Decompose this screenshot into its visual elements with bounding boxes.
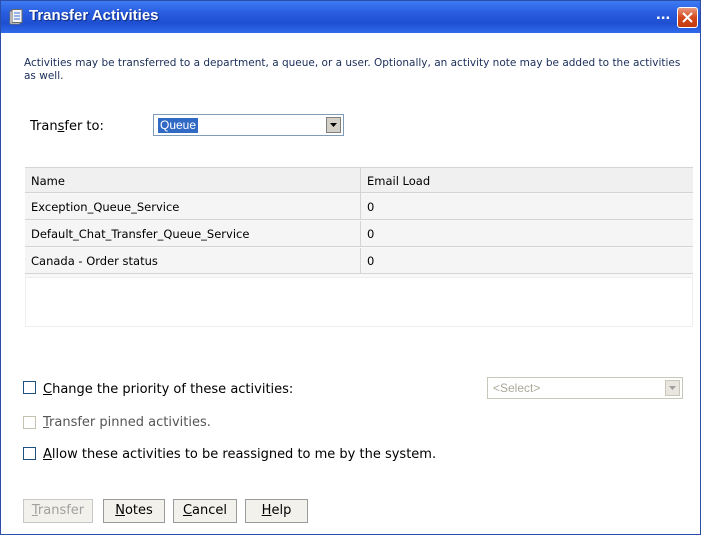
transfer-pinned-label: Transfer pinned activities. <box>43 415 211 430</box>
table-row[interactable]: Exception_Queue_Service 0 <box>25 194 693 220</box>
table-cell-name: Default_Chat_Transfer_Queue_Service <box>25 221 361 247</box>
column-header-email-load[interactable]: Email Load <box>361 168 693 194</box>
table-cell-email-load: 0 <box>367 254 375 268</box>
description-text: Activities may be transferred to a depar… <box>24 57 681 82</box>
transfer-activities-dialog: Transfer Activities ... Activities may b… <box>0 0 701 535</box>
table-cell-email-load: 0 <box>367 200 375 214</box>
transfer-to-selected-value: Queue <box>158 118 199 133</box>
close-button[interactable] <box>677 7 698 28</box>
allow-reassign-checkbox[interactable] <box>23 447 36 460</box>
allow-reassign-label: Allow these activities to be reassigned … <box>43 447 437 462</box>
transfer-to-select[interactable]: Queue <box>153 114 344 136</box>
table-row[interactable]: Canada - Order status 0 <box>25 248 693 274</box>
dialog-title: Transfer Activities <box>29 7 159 24</box>
transfer-to-label: Transfer to: <box>30 119 104 134</box>
priority-select[interactable]: <Select> <box>487 377 683 399</box>
document-icon <box>9 9 23 25</box>
column-header-name[interactable]: Name <box>25 168 361 194</box>
title-ellipsis: ... <box>656 4 671 23</box>
notes-button[interactable]: Notes <box>103 499 165 523</box>
cancel-button[interactable]: Cancel <box>173 499 237 523</box>
table-cell-name: Canada - Order status <box>25 248 361 274</box>
close-icon <box>682 12 693 23</box>
table-row[interactable]: Default_Chat_Transfer_Queue_Service 0 <box>25 221 693 247</box>
transfer-button[interactable]: Transfer <box>23 499 93 523</box>
table-header-row: Name Email Load <box>25 167 693 194</box>
change-priority-checkbox[interactable] <box>23 381 36 394</box>
dropdown-arrow-button[interactable] <box>326 117 341 133</box>
priority-dropdown-arrow[interactable] <box>665 380 680 396</box>
help-button[interactable]: Help <box>245 499 308 523</box>
queue-table: Name Email Load Exception_Queue_Service … <box>25 167 693 327</box>
table-empty-area <box>25 277 693 327</box>
table-cell-name: Exception_Queue_Service <box>25 194 361 220</box>
title-bar[interactable]: Transfer Activities ... <box>1 1 700 33</box>
priority-select-placeholder: <Select> <box>493 381 541 395</box>
table-cell-email-load: 0 <box>367 227 375 241</box>
transfer-pinned-checkbox[interactable] <box>23 416 36 429</box>
chevron-down-icon <box>669 386 676 390</box>
change-priority-label: Change the priority of these activities: <box>43 382 294 397</box>
chevron-down-icon <box>330 123 337 127</box>
